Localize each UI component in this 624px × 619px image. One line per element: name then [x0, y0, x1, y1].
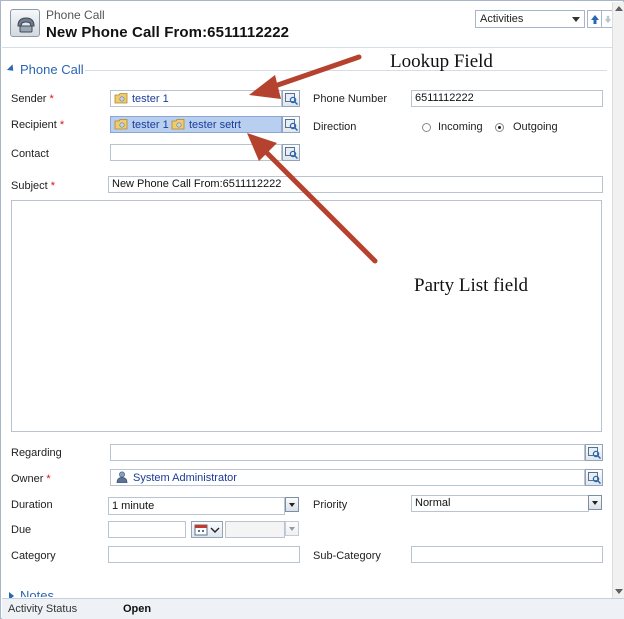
phone-call-form: Phone Call New Phone Call From:651111222…: [0, 0, 624, 619]
annotation-arrows: [247, 54, 378, 264]
lookup-field-arrow: [249, 54, 362, 99]
party-list-annotation: Party List field: [414, 275, 528, 296]
party-list-arrow: [247, 133, 378, 264]
lookup-field-annotation: Lookup Field: [390, 51, 493, 72]
